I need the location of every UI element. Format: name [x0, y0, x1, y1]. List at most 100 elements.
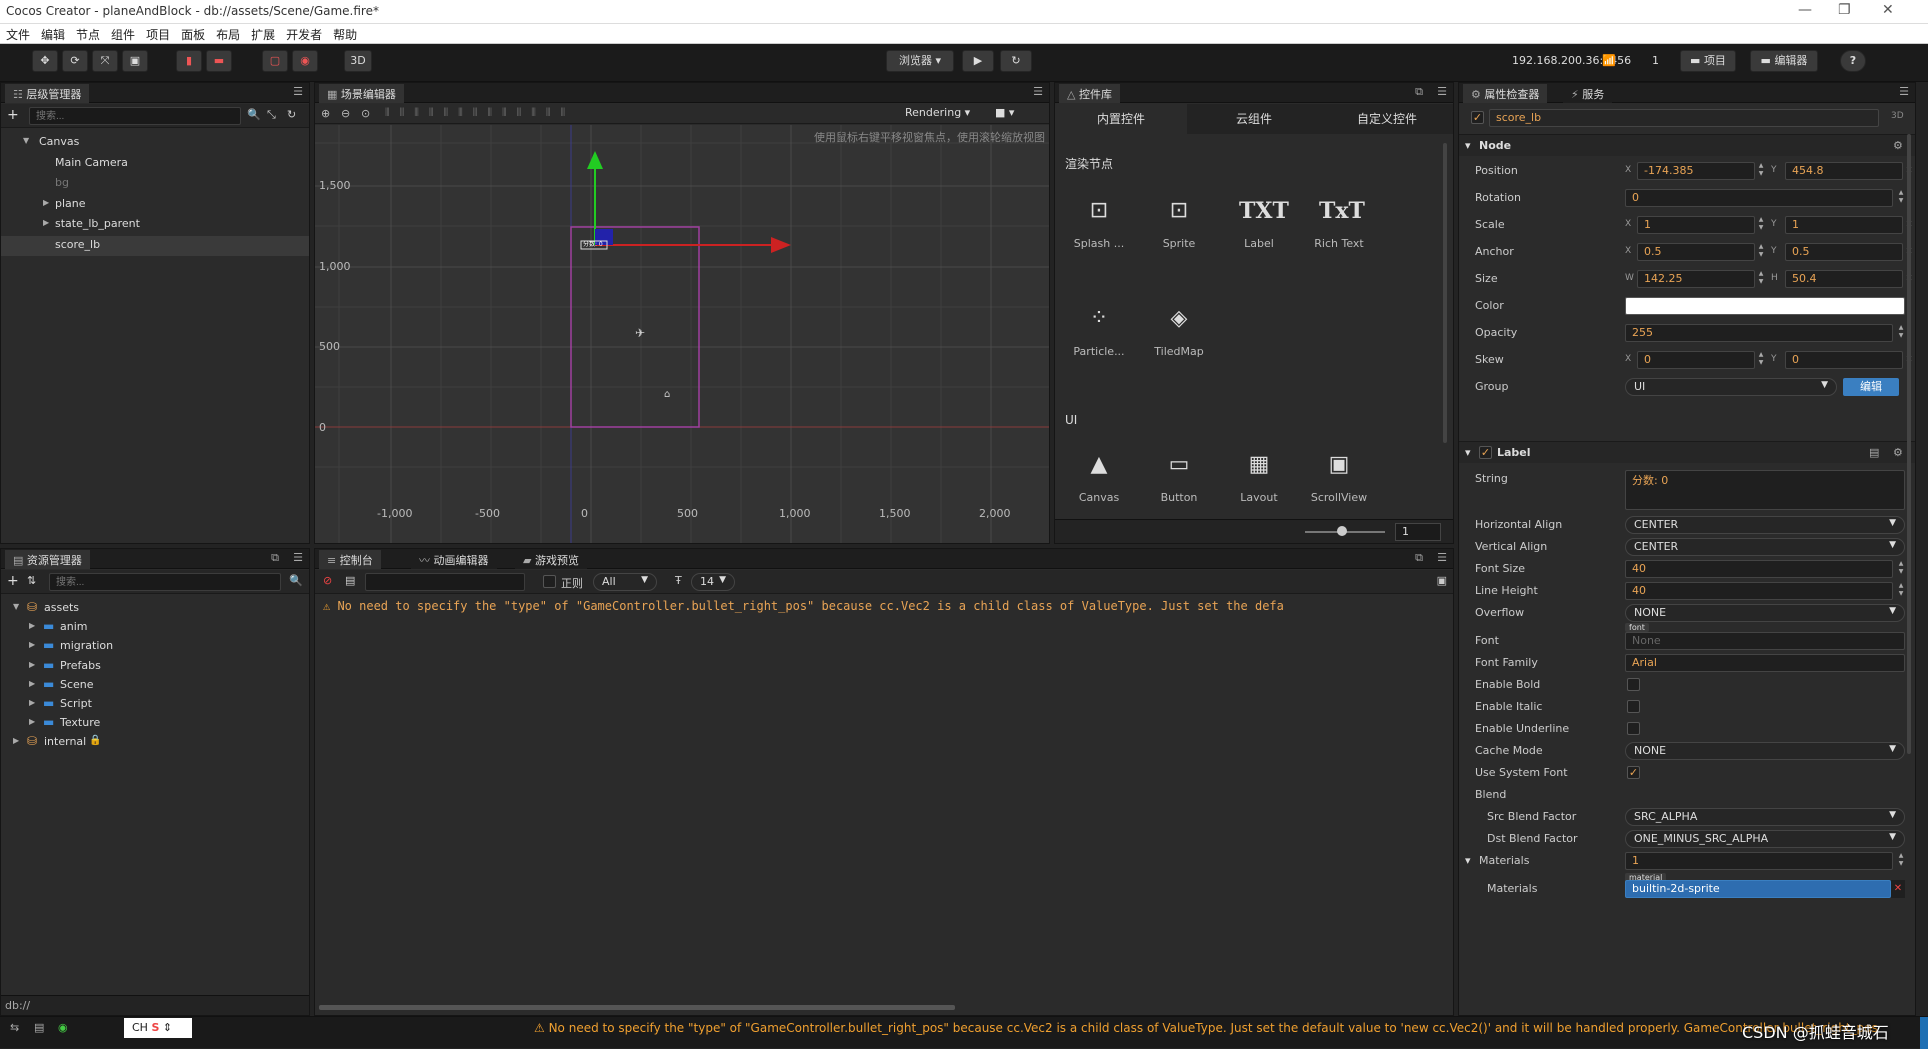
anchor-y-field[interactable]: 0.5 — [1785, 243, 1903, 261]
toggle-3d-button[interactable]: 3D — [344, 50, 372, 72]
skew-y-field[interactable]: 0 — [1785, 351, 1903, 369]
popout-icon[interactable]: ⧉ — [1415, 85, 1423, 99]
refresh-icon[interactable]: ↻ — [287, 108, 296, 121]
assets-search-input[interactable] — [49, 573, 281, 591]
group-select[interactable]: UI — [1625, 378, 1837, 396]
regex-checkbox[interactable] — [543, 575, 556, 588]
panel-menu-icon[interactable]: ☰ — [1033, 85, 1043, 98]
inspector-scrollbar[interactable] — [1907, 134, 1911, 754]
remove-material-icon[interactable]: ✕ — [1891, 880, 1905, 898]
asset-item[interactable]: ▶ ▬ Texture — [1, 714, 309, 733]
collapse-icon[interactable]: ⤡ — [267, 108, 276, 122]
v_align-select[interactable]: CENTER — [1625, 538, 1905, 556]
menu-item-2[interactable]: 节点 — [70, 24, 105, 43]
library-item[interactable]: ▭ Button — [1139, 445, 1219, 501]
center-icon[interactable]: ▬ — [206, 50, 232, 72]
collapse-icon[interactable]: ▣ — [1437, 574, 1447, 587]
hierarchy-search-input[interactable] — [29, 107, 241, 125]
pivot-icon[interactable]: ▮ — [176, 50, 202, 72]
tab-scene-editor[interactable]: ▦ 场景编辑器 — [319, 84, 404, 103]
spinner-icon[interactable]: ▲▼ — [1897, 560, 1905, 578]
line_height-field[interactable]: 40 — [1625, 582, 1893, 600]
tab-animation-editor[interactable]: 〰 动画编辑器 — [411, 550, 497, 569]
expand-arrow-icon[interactable]: ▼ — [23, 136, 29, 145]
cache-mode-select[interactable]: NONE — [1625, 742, 1905, 760]
asset-item[interactable]: ▶ ▬ migration — [1, 637, 309, 656]
node-settings-icon[interactable]: ⚙ — [1893, 139, 1903, 152]
use-system-font-checkbox[interactable]: ✓ — [1627, 766, 1640, 779]
add-node-icon[interactable]: + — [7, 107, 19, 123]
play-icon[interactable]: ▶ — [962, 50, 994, 72]
menu-item-8[interactable]: 开发者 — [280, 24, 327, 43]
asset-item[interactable]: ▼ ⛁ assets — [1, 599, 309, 618]
enable_underline-checkbox[interactable] — [1627, 722, 1640, 735]
spinner-icon[interactable]: ▲▼ — [1897, 582, 1905, 600]
library-tab-0[interactable]: 内置控件 — [1055, 104, 1187, 134]
tab-assets[interactable]: ▤ 资源管理器 — [5, 550, 90, 569]
expand-arrow-icon[interactable]: ▶ — [29, 640, 35, 649]
panel-menu-icon[interactable]: ☰ — [293, 551, 303, 564]
label-enabled-checkbox[interactable]: ✓ — [1479, 446, 1492, 459]
library-item[interactable]: ▦ Layout — [1219, 445, 1299, 501]
scale-tool-icon[interactable]: ⤧ — [92, 50, 118, 72]
src-blend-select[interactable]: SRC_ALPHA — [1625, 808, 1905, 826]
asset-item[interactable]: ▶ ▬ anim — [1, 618, 309, 637]
node-name-field[interactable]: score_lb — [1489, 109, 1879, 127]
tab-console[interactable]: ≡ 控制台 — [319, 550, 381, 569]
camera-icon[interactable]: ■ ▾ — [995, 106, 1014, 119]
menu-item-5[interactable]: 面板 — [175, 24, 210, 43]
expand-arrow-icon[interactable]: ▶ — [29, 679, 35, 688]
panel-menu-icon[interactable]: ☰ — [1437, 85, 1447, 98]
hierarchy-node[interactable]: score_lb — [1, 235, 309, 256]
spinner-icon[interactable]: ▲▼ — [1757, 216, 1765, 234]
string-textarea[interactable]: 分数: 0 — [1625, 470, 1905, 510]
scene-viewport[interactable]: ✈ ⌂ 分数: 0 使用鼠标右键平移视窗焦点，使用滚轮缩放视图 1,500 1,0… — [315, 125, 1049, 543]
h_align-select[interactable]: CENTER — [1625, 516, 1905, 534]
open-log-icon[interactable]: ▤ — [345, 574, 355, 587]
panel-menu-icon[interactable]: ☰ — [1437, 551, 1447, 564]
clear-console-icon[interactable]: ⊘ — [323, 574, 332, 587]
menu-item-4[interactable]: 项目 — [140, 24, 175, 43]
material-asset-field[interactable]: builtin-2d-sprite — [1625, 880, 1891, 898]
dst-blend-select[interactable]: ONE_MINUS_SRC_ALPHA — [1625, 830, 1905, 848]
search-icon[interactable]: 🔍 — [289, 574, 303, 587]
spinner-icon[interactable]: ▲▼ — [1757, 270, 1765, 288]
rect-tool-icon[interactable]: ▣ — [122, 50, 148, 72]
menu-item-0[interactable]: 文件 — [0, 24, 35, 43]
library-item[interactable]: ◈ TiledMap — [1139, 299, 1219, 358]
asset-item[interactable]: ▶ ▬ Prefabs — [1, 657, 309, 676]
local-icon[interactable]: ▢ — [262, 50, 288, 72]
skew-x-field[interactable]: 0 — [1637, 351, 1755, 369]
library-scrollbar[interactable] — [1443, 143, 1447, 443]
menu-item-3[interactable]: 组件 — [105, 24, 140, 43]
font-asset-field[interactable]: None — [1625, 632, 1905, 650]
open-project-button[interactable]: ▬ 项目 — [1680, 50, 1736, 72]
console-hscrollbar[interactable] — [319, 1005, 955, 1010]
panel-menu-icon[interactable]: ☰ — [1899, 85, 1909, 98]
expand-arrow-icon[interactable]: ▶ — [43, 218, 49, 227]
score-label-node[interactable]: 分数: 0 — [583, 239, 603, 248]
library-item[interactable]: ⊡ Sprite — [1139, 191, 1219, 250]
size-w-field[interactable]: 142.25 — [1637, 270, 1755, 288]
expand-arrow-icon[interactable]: ▶ — [29, 698, 35, 707]
asset-item[interactable]: ▶ ⛁ internal 🔒 — [1, 733, 309, 752]
panel-menu-icon[interactable]: ☰ — [293, 85, 303, 98]
hierarchy-node[interactable]: ▼ Canvas — [1, 133, 309, 153]
zoom-value-field[interactable]: 1 — [1395, 523, 1441, 541]
add-asset-icon[interactable]: + — [7, 573, 19, 589]
popout-icon[interactable]: ⧉ — [271, 551, 279, 565]
tab-services[interactable]: ⚡ 服务 — [1563, 84, 1613, 103]
asset-item[interactable]: ▶ ▬ Script — [1, 695, 309, 714]
tab-inspector[interactable]: ⚙ 属性检查器 — [1463, 84, 1548, 103]
hierarchy-node[interactable]: ▶ plane — [1, 195, 309, 215]
overflow-select[interactable]: NONE — [1625, 604, 1905, 622]
console-font-size-select[interactable]: 14 — [691, 573, 735, 591]
label-section-header[interactable]: ▾ ✓ Label ▤ ⚙ — [1459, 441, 1915, 463]
console-filter-input[interactable] — [365, 573, 525, 591]
hierarchy-node[interactable]: Main Camera — [1, 154, 309, 174]
help-button[interactable]: ? — [1840, 50, 1866, 72]
hierarchy-node[interactable]: bg — [1, 174, 309, 194]
asset-item[interactable]: ▶ ▬ Scene — [1, 676, 309, 695]
expand-arrow-icon[interactable]: ▼ — [13, 602, 19, 611]
spinner-icon[interactable]: ▲▼ — [1757, 243, 1765, 261]
